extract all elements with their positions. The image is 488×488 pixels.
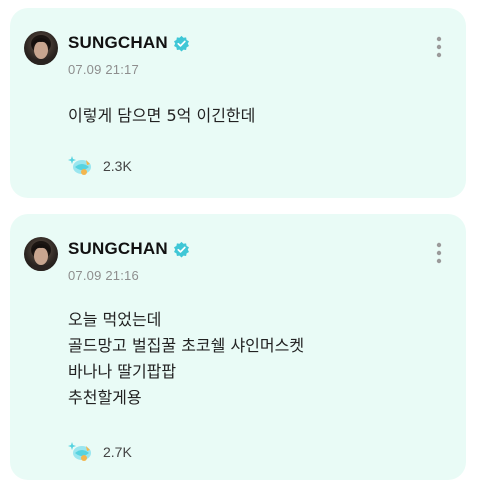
avatar[interactable] — [24, 31, 58, 65]
author-row: SUNGCHAN — [68, 239, 190, 259]
sparkle-reaction-icon — [68, 442, 91, 461]
post-card: SUNGCHAN 07.09 21:16 오늘 먹었는데 골드망고 벌집꿀 초코… — [10, 214, 466, 480]
reaction-count: 2.3K — [103, 158, 132, 174]
post-body: 이렇게 담으면 5억 이긴한데 — [68, 103, 255, 129]
post-body: 오늘 먹었는데 골드망고 벌집꿀 초코쉘 샤인머스켓 바나나 딸기팝팝 추천할게… — [68, 307, 304, 411]
avatar[interactable] — [24, 237, 58, 271]
post-line: 이렇게 담으면 5억 이긴한데 — [68, 106, 256, 125]
author-name[interactable]: SUNGCHAN — [68, 239, 168, 259]
verified-badge-icon — [173, 35, 189, 51]
post-card: SUNGCHAN 07.09 21:17 이렇게 담으면 5억 이긴한데 2.3… — [10, 8, 466, 198]
post-line: 골드망고 벌집꿀 초코쉘 샤인머스켓 — [68, 336, 305, 355]
sparkle-reaction-icon — [68, 156, 91, 175]
post-timestamp: 07.09 21:16 — [68, 268, 139, 283]
post-line: 오늘 먹었는데 — [68, 310, 162, 329]
author-name[interactable]: SUNGCHAN — [68, 33, 168, 53]
more-vertical-icon[interactable] — [432, 240, 446, 266]
verified-badge-icon — [173, 241, 189, 257]
post-line: 바나나 딸기팝팝 — [68, 362, 177, 381]
reaction-button[interactable]: 2.3K — [68, 154, 132, 178]
post-timestamp: 07.09 21:17 — [68, 62, 139, 77]
reaction-button[interactable]: 2.7K — [68, 440, 132, 464]
reaction-count: 2.7K — [103, 444, 132, 460]
post-line: 추천할게용 — [68, 388, 142, 407]
author-row: SUNGCHAN — [68, 33, 190, 53]
more-vertical-icon[interactable] — [432, 34, 446, 60]
